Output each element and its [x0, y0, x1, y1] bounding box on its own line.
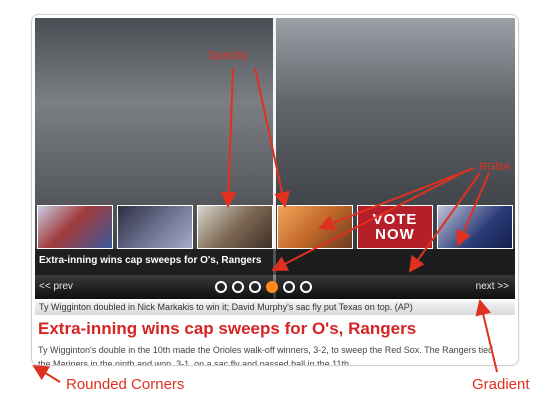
rgba-arrow-2	[408, 172, 481, 273]
annotation-gradient: Gradient	[472, 376, 530, 393]
annotation-rgba: RGBA	[479, 161, 511, 173]
gradient-arrow	[475, 299, 498, 373]
annotation-rounded-corners: Rounded Corners	[66, 376, 185, 393]
rgba-arrow-4	[271, 169, 469, 271]
opacity-arrow-2	[254, 67, 290, 208]
annotation-arrows	[32, 67, 498, 383]
annotation-opacity: Opacity	[207, 48, 248, 62]
rounded-corners-arrow	[32, 364, 61, 383]
opacity-arrow-1	[220, 67, 237, 208]
rgba-arrow-1	[318, 167, 475, 231]
